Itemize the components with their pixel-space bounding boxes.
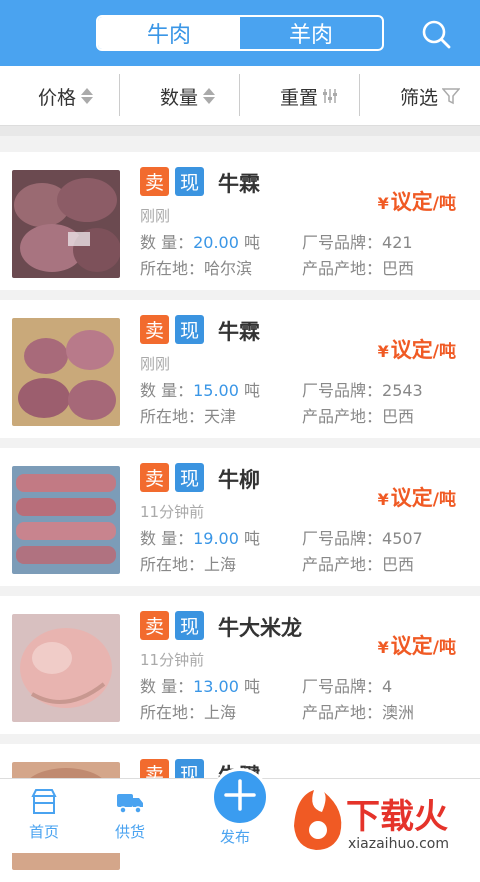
- location-row: 所在地：上海: [140, 703, 237, 722]
- product-photo: [12, 318, 120, 426]
- tab-supply[interactable]: 供货: [98, 787, 162, 842]
- list-item[interactable]: 卖 现 牛柳 ¥议定/吨 11分钟前 数 量：19.00 吨 厂号品牌：4507…: [0, 448, 480, 586]
- sort-icon: [202, 86, 216, 106]
- filter-quantity[interactable]: 数量: [120, 66, 240, 126]
- price: ¥议定/吨: [377, 190, 456, 214]
- price: ¥议定/吨: [377, 338, 456, 362]
- publish-label: 发布: [220, 828, 251, 846]
- filter-screen[interactable]: 筛选: [360, 66, 480, 126]
- filter-reset[interactable]: 重置: [240, 66, 360, 126]
- price: ¥议定/吨: [377, 486, 456, 510]
- product-name: 牛柳: [218, 468, 260, 492]
- list-item[interactable]: 卖 现 牛霖 ¥议定/吨 刚刚 数 量：15.00 吨 厂号品牌：2543 所在…: [0, 300, 480, 438]
- tab-beef[interactable]: 牛肉: [98, 17, 240, 49]
- plus-icon: [223, 778, 257, 816]
- divider: [0, 126, 480, 136]
- filter-price-label: 价格: [38, 86, 77, 109]
- filter-reset-label: 重置: [280, 86, 319, 109]
- filter-bar: 价格 数量 重置 筛选: [0, 66, 480, 126]
- sell-tag: 卖: [140, 463, 169, 492]
- reset-icon: [322, 86, 338, 106]
- filter-icon: [442, 86, 461, 106]
- product-photo: [12, 170, 120, 278]
- sort-icon: [80, 86, 94, 106]
- origin-row: 产品产地：澳洲: [302, 703, 415, 722]
- in-stock-tag: 现: [175, 315, 204, 344]
- in-stock-tag: 现: [175, 463, 204, 492]
- product-photo: [12, 466, 120, 574]
- brand-row: 厂号品牌：4507: [302, 529, 423, 548]
- quantity-row: 数 量：13.00 吨: [140, 677, 261, 696]
- product-photo: [12, 614, 120, 722]
- product-name: 牛霖: [218, 172, 260, 196]
- brand-row: 厂号品牌：421: [302, 233, 413, 252]
- sell-tag: 卖: [140, 167, 169, 196]
- location-row: 所在地：天津: [140, 407, 237, 426]
- tab-supply-label: 供货: [114, 823, 145, 841]
- quantity-row: 数 量：20.00 吨: [140, 233, 261, 252]
- quantity-row: 数 量：15.00 吨: [140, 381, 261, 400]
- origin-row: 产品产地：巴西: [302, 259, 415, 278]
- list-item[interactable]: 卖 现 牛霖 ¥议定/吨 刚刚 数 量：20.00 吨 厂号品牌：421 所在地…: [0, 152, 480, 290]
- product-name: 牛大米龙: [218, 616, 302, 640]
- location-row: 所在地：上海: [140, 555, 237, 574]
- location-row: 所在地：哈尔滨: [140, 259, 253, 278]
- svg-text:下载火: 下载火: [346, 797, 448, 837]
- truck-icon: [115, 787, 145, 821]
- in-stock-tag: 现: [175, 167, 204, 196]
- list-item[interactable]: 卖 现 牛大米龙 ¥议定/吨 11分钟前 数 量：13.00 吨 厂号品牌：4 …: [0, 596, 480, 734]
- filter-quantity-label: 数量: [160, 86, 199, 109]
- quantity-row: 数 量：19.00 吨: [140, 529, 261, 548]
- brand-row: 厂号品牌：2543: [302, 381, 423, 400]
- product-name: 牛霖: [218, 320, 260, 344]
- brand-row: 厂号品牌：4: [302, 677, 393, 696]
- watermark-logo: 下载火 xiazaihuo.com: [284, 786, 480, 853]
- store-icon: [29, 787, 59, 821]
- post-time: 刚刚: [140, 207, 171, 225]
- tab-home-label: 首页: [28, 823, 59, 841]
- post-time: 11分钟前: [140, 651, 205, 669]
- tab-mutton[interactable]: 羊肉: [240, 17, 382, 49]
- tab-home[interactable]: 首页: [12, 787, 76, 842]
- app-header: 牛肉 羊肉: [0, 0, 480, 66]
- publish-button[interactable]: [211, 768, 269, 826]
- filter-price[interactable]: 价格: [0, 66, 120, 126]
- sell-tag: 卖: [140, 315, 169, 344]
- category-switch: 牛肉 羊肉: [96, 15, 384, 51]
- post-time: 11分钟前: [140, 503, 205, 521]
- sell-tag: 卖: [140, 611, 169, 640]
- price: ¥议定/吨: [377, 634, 456, 658]
- origin-row: 产品产地：巴西: [302, 407, 415, 426]
- filter-screen-label: 筛选: [400, 86, 439, 109]
- in-stock-tag: 现: [175, 611, 204, 640]
- origin-row: 产品产地：巴西: [302, 555, 415, 574]
- svg-text:xiazaihuo.com: xiazaihuo.com: [348, 836, 449, 852]
- search-icon[interactable]: [420, 18, 452, 50]
- post-time: 刚刚: [140, 355, 171, 373]
